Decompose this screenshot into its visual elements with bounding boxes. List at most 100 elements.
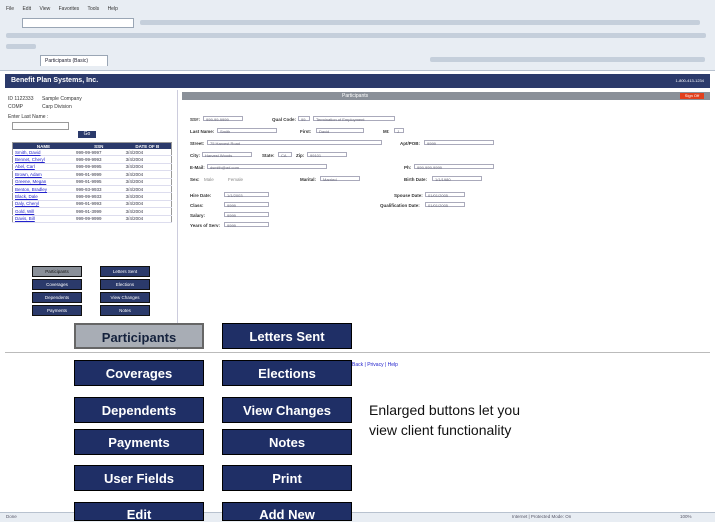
menu-file[interactable]: File: [6, 6, 14, 12]
payments-button[interactable]: Payments: [74, 429, 204, 455]
small-dependents-button[interactable]: Dependents: [32, 292, 82, 303]
row-date: 3/4/2004: [123, 170, 172, 179]
qualification-date-label: Qualification Date:: [380, 203, 420, 208]
apt-field[interactable]: 9999: [424, 140, 494, 146]
menu-view[interactable]: View: [39, 6, 50, 12]
hire-date-field[interactable]: 1/1/2003: [224, 192, 269, 198]
row-name[interactable]: Black, Dale: [12, 192, 74, 201]
qual-desc-field[interactable]: Termination of Employment: [313, 116, 395, 122]
letters-sent-button[interactable]: Letters Sent: [222, 323, 352, 349]
small-payments-button[interactable]: Payments: [32, 305, 82, 316]
company-name: Sample Company: [42, 96, 82, 102]
last-name-field[interactable]: Smith: [217, 128, 277, 134]
table-row[interactable]: Abel, Carl 999-99-9995 3/4/2004: [12, 163, 172, 172]
class-field[interactable]: 9999: [224, 202, 269, 208]
table-row[interactable]: Bennet, Cheryl 999-99-9993 3/4/2004: [12, 155, 172, 164]
table-row[interactable]: Davis, Bill 999-99-9999 3/4/2004: [12, 215, 172, 223]
sex-male-radio[interactable]: Male: [204, 177, 214, 182]
command-bar[interactable]: [430, 57, 705, 62]
dependents-button[interactable]: Dependents: [74, 397, 204, 423]
print-button[interactable]: Print: [222, 465, 352, 491]
row-date: 3/4/2004: [123, 192, 172, 201]
menu-help[interactable]: Help: [108, 6, 118, 12]
city-field[interactable]: Harvest Woods: [202, 152, 252, 158]
row-date: 3/4/2004: [123, 178, 172, 186]
elections-button[interactable]: Elections: [222, 360, 352, 386]
small-participants-button[interactable]: Participants: [32, 266, 82, 277]
small-view-changes-button[interactable]: View Changes: [100, 292, 150, 303]
ssn-field[interactable]: 999-99-9999: [203, 116, 243, 122]
email-field[interactable]: dsmith@ad.com: [207, 164, 327, 170]
table-row[interactable]: Benton, Bradley 999-93-9933 3/4/2004: [12, 185, 172, 194]
sex-female-radio[interactable]: Female: [228, 177, 243, 182]
menu-tools[interactable]: Tools: [87, 6, 99, 12]
spouse-date-field[interactable]: 01/01/2005: [425, 192, 465, 198]
small-elections-button[interactable]: Elections: [100, 279, 150, 290]
row-name[interactable]: Daly, Cheryl: [12, 200, 74, 209]
table-row[interactable]: Smith, David 999-99-9997 3/4/2004: [12, 149, 172, 157]
table-row[interactable]: Brown, Adam 999-91-9999 3/4/2004: [12, 170, 172, 179]
row-name[interactable]: Brown, Adam: [12, 170, 74, 179]
row-name[interactable]: Smith, David: [12, 149, 74, 157]
qualification-date-field[interactable]: 01/01/2005: [425, 202, 465, 208]
marital-select[interactable]: Married: [320, 176, 360, 182]
small-coverages-button[interactable]: Coverages: [32, 279, 82, 290]
row-date: 3/4/2004: [123, 215, 172, 223]
search-label: Enter Last Name :: [8, 114, 49, 120]
company-id: ID 1122333: [8, 96, 34, 102]
app-title: Benefit Plan Systems, Inc.: [11, 77, 99, 84]
address-bar[interactable]: [22, 18, 134, 28]
status-text: Done: [6, 514, 17, 519]
menu-favorites[interactable]: Favorites: [59, 6, 80, 12]
footer-links[interactable]: Back | Privacy | Help: [352, 362, 398, 368]
go-button[interactable]: Go: [78, 131, 96, 138]
security-zone: Internet | Protected Mode: On: [512, 514, 572, 519]
street-field[interactable]: 75 Harvest Road: [207, 140, 382, 146]
row-name[interactable]: Bennet, Cheryl: [12, 155, 74, 164]
row-date: 3/4/2004: [123, 200, 172, 209]
edit-button[interactable]: Edit: [74, 502, 204, 522]
years-service-field[interactable]: 9999: [224, 222, 269, 228]
nav-icons[interactable]: [6, 44, 36, 49]
zoom-level[interactable]: 100%: [680, 514, 692, 519]
state-field[interactable]: CA: [278, 152, 292, 158]
notes-button[interactable]: Notes: [222, 429, 352, 455]
table-row[interactable]: Greene, Megan 999-91-9995 3/4/2004: [12, 178, 172, 186]
row-name[interactable]: Gold, Will: [12, 207, 74, 216]
small-notes-button[interactable]: Notes: [100, 305, 150, 316]
row-ssn: 999-91-9999: [73, 170, 124, 179]
zip-label: Zip:: [296, 153, 305, 158]
small-letters-sent-button[interactable]: Letters Sent: [100, 266, 150, 277]
table-row[interactable]: Black, Dale 999-99-9933 3/4/2004: [12, 192, 172, 201]
coverages-button[interactable]: Coverages: [74, 360, 204, 386]
participants-grid: NAME SSN DATE OF B Smith, David 999-99-99…: [12, 142, 172, 223]
table-row[interactable]: Daly, Cheryl 999-91-9993 3/4/2004: [12, 200, 172, 209]
phone-field[interactable]: 999-999-9999: [414, 164, 494, 170]
menu-edit[interactable]: Edit: [22, 6, 31, 12]
row-name[interactable]: Abel, Carl: [12, 163, 74, 172]
row-name[interactable]: Benton, Bradley: [12, 185, 74, 194]
row-name[interactable]: Greene, Megan: [12, 178, 74, 186]
salary-label: Salary:: [190, 213, 206, 218]
birth-date-field[interactable]: 1/1/1980: [432, 176, 482, 182]
browser-tab[interactable]: Participants (Basic): [40, 55, 108, 66]
participants-button[interactable]: Participants: [74, 323, 204, 349]
view-changes-button[interactable]: View Changes: [222, 397, 352, 423]
hire-date-label: Hire Date:: [190, 193, 212, 198]
row-ssn: 999-93-9933: [73, 185, 124, 194]
browser-toolbar-2: [6, 33, 706, 38]
first-name-field[interactable]: David: [316, 128, 364, 134]
salary-field[interactable]: 9999: [224, 212, 269, 218]
divider: [5, 352, 710, 353]
zip-field[interactable]: 99101: [307, 152, 347, 158]
row-name[interactable]: Davis, Bill: [12, 215, 74, 223]
table-row[interactable]: Gold, Will 999-91-3999 3/4/2004: [12, 207, 172, 216]
ssn-label: SS#:: [190, 117, 201, 122]
qual-code-field[interactable]: 99: [298, 116, 310, 122]
add-new-button[interactable]: Add New: [222, 502, 352, 522]
sign-off-button[interactable]: Sign Off: [680, 93, 704, 99]
user-fields-button[interactable]: User Fields: [74, 465, 204, 491]
mi-field[interactable]: J: [394, 128, 404, 134]
section-title: Participants: [342, 93, 369, 99]
last-name-search-input[interactable]: [12, 122, 69, 130]
